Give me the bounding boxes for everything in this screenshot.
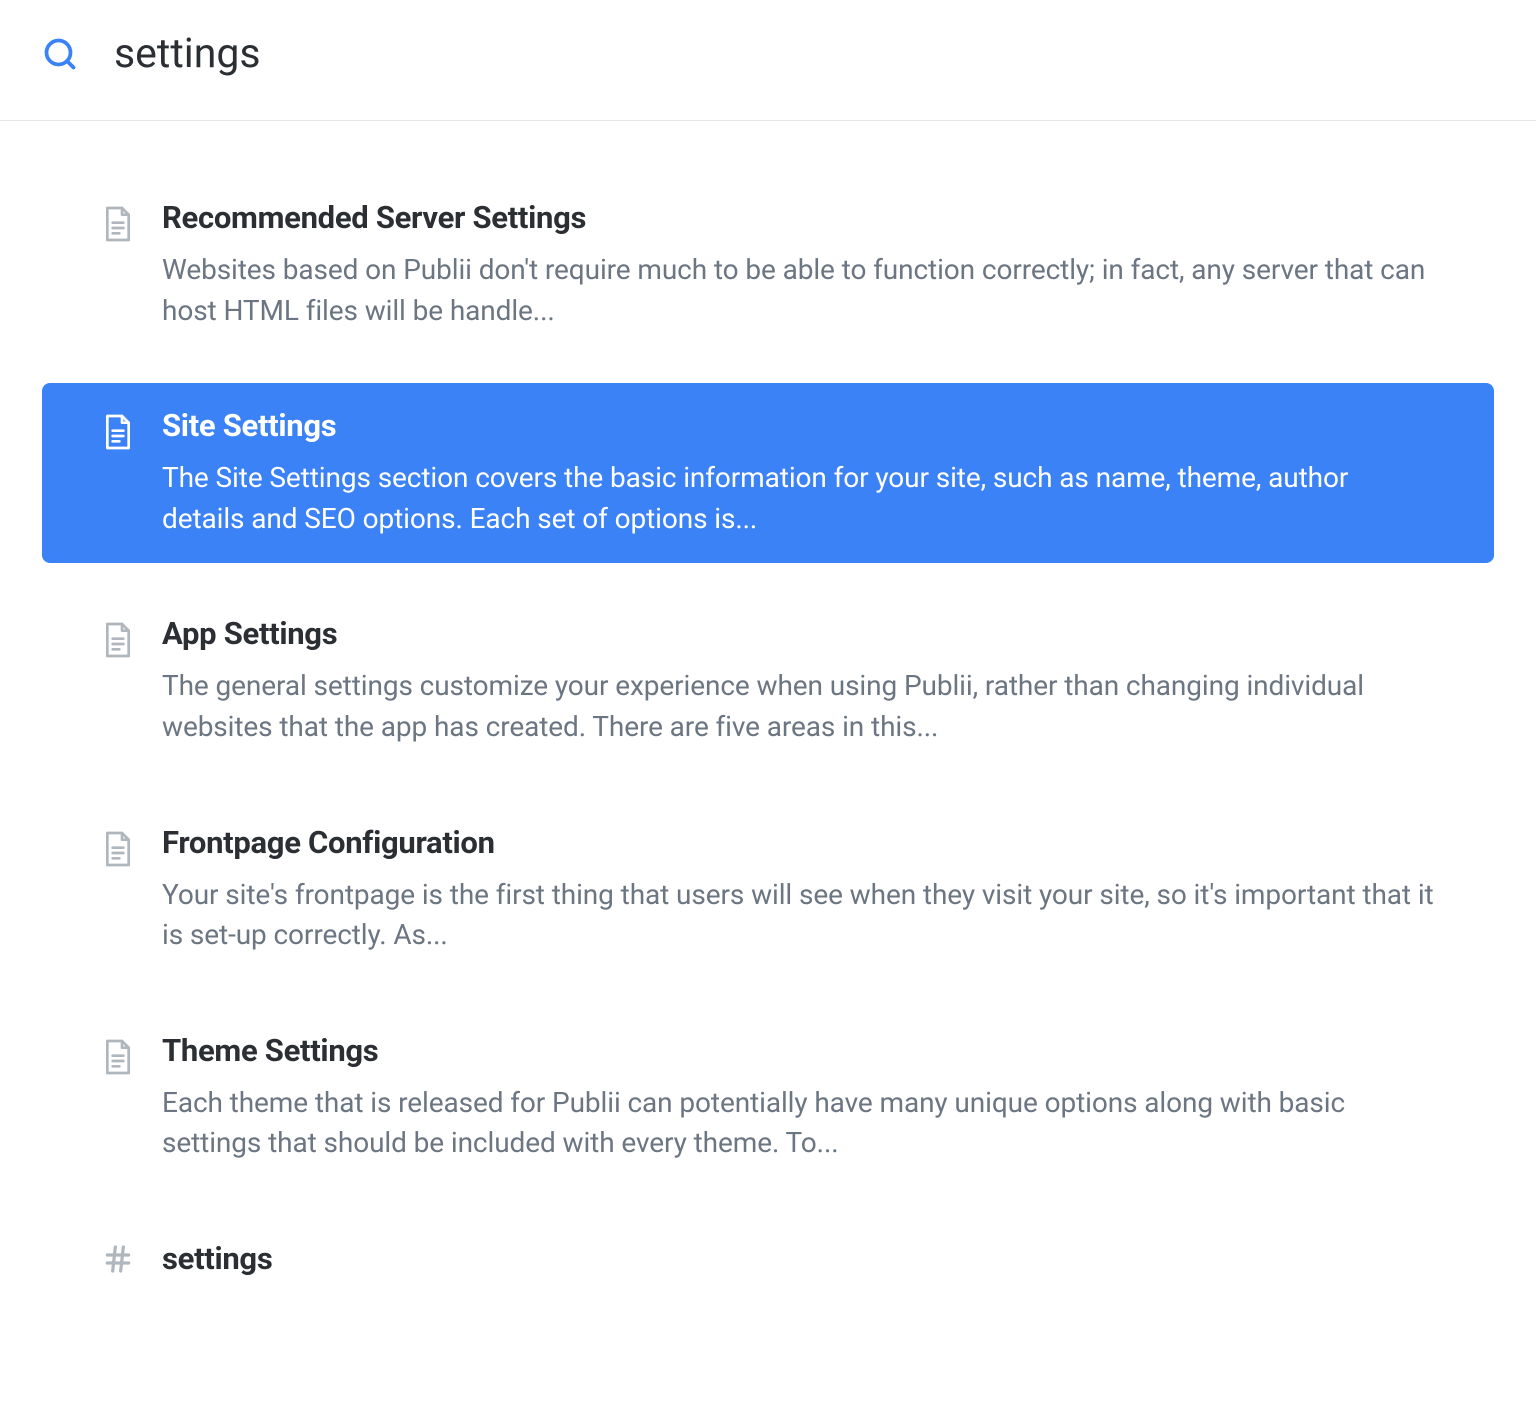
result-description: Each theme that is released for Publii c… [162,1083,1434,1164]
search-bar [0,0,1536,121]
result-title: Recommended Server Settings [162,199,1434,236]
search-icon [42,36,78,72]
hash-icon [102,1240,134,1278]
result-description: Websites based on Publii don't require m… [162,250,1434,331]
document-icon [102,1038,134,1076]
result-item[interactable]: settings [42,1216,1494,1302]
result-title: settings [162,1240,1434,1277]
result-item[interactable]: Frontpage Configuration Your site's front… [42,800,1494,980]
result-title: Site Settings [162,407,1434,444]
result-text: Theme Settings Each theme that is release… [162,1032,1434,1164]
result-description: Your site's frontpage is the first thing… [162,875,1434,956]
result-item[interactable]: Site Settings The Site Settings section c… [42,383,1494,563]
document-icon [102,830,134,868]
document-icon [102,621,134,659]
result-title: App Settings [162,615,1434,652]
result-description: The Site Settings section covers the bas… [162,458,1434,539]
result-text: Site Settings The Site Settings section c… [162,407,1434,539]
result-item[interactable]: Recommended Server Settings Websites base… [42,175,1494,355]
result-item[interactable]: Theme Settings Each theme that is release… [42,1008,1494,1188]
results-list: Recommended Server Settings Websites base… [0,121,1536,1302]
result-item[interactable]: App Settings The general settings customi… [42,591,1494,771]
document-icon [102,205,134,243]
result-text: Frontpage Configuration Your site's front… [162,824,1434,956]
search-input[interactable] [114,30,1494,78]
result-text: Recommended Server Settings Websites base… [162,199,1434,331]
result-text: App Settings The general settings customi… [162,615,1434,747]
result-text: settings [162,1240,1434,1277]
document-icon [102,413,134,451]
result-title: Theme Settings [162,1032,1434,1069]
result-description: The general settings customize your expe… [162,666,1434,747]
result-title: Frontpage Configuration [162,824,1434,861]
